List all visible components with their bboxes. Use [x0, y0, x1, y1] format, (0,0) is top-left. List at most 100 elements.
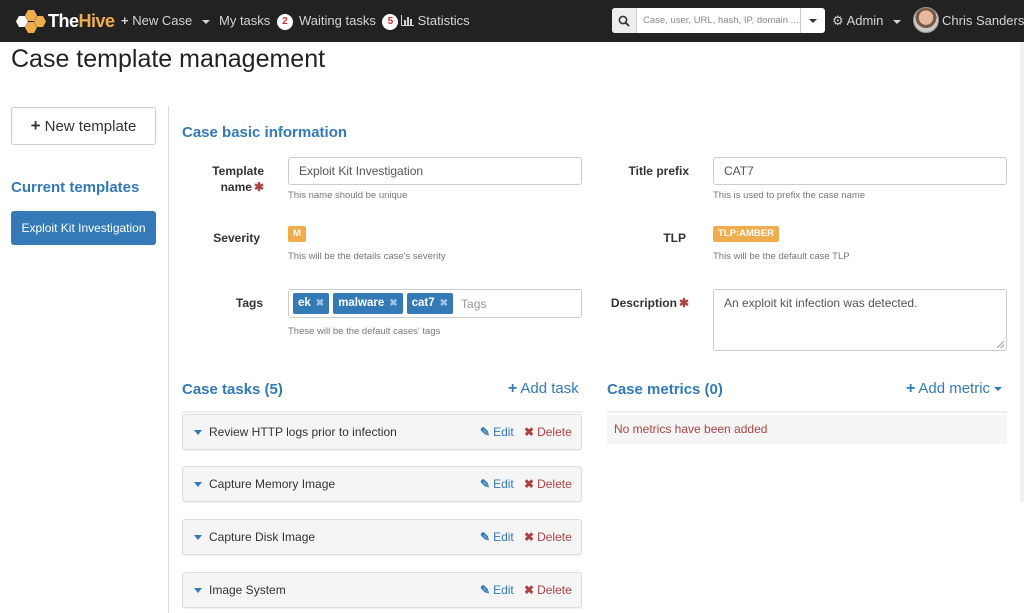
scrollbar[interactable]: [1020, 42, 1024, 502]
delete-task-button[interactable]: ✖ Delete: [524, 415, 572, 449]
template-name-help: This name should be unique: [288, 190, 408, 201]
waiting-tasks-count-badge: 5: [382, 14, 399, 30]
edit-task-button[interactable]: ✎ Edit: [480, 467, 514, 501]
case-metrics-title: Case metrics (0): [607, 381, 723, 398]
waiting-tasks-label: Waiting tasks: [299, 13, 376, 28]
tags-help: These will be the default cases' tags: [288, 326, 441, 337]
chevron-down-icon: [201, 19, 210, 24]
gear-icon: ⚙: [832, 13, 844, 28]
task-row[interactable]: Capture Disk Image ✎ Edit ✖ Delete: [182, 519, 582, 555]
close-icon: ✖: [524, 530, 535, 544]
task-title: Review HTTP logs prior to infection: [209, 425, 397, 439]
my-tasks-link[interactable]: My tasks 2: [219, 0, 293, 42]
add-task-button[interactable]: + Add task: [508, 380, 579, 398]
task-row[interactable]: Capture Memory Image ✎ Edit ✖ Delete: [182, 466, 582, 502]
sidebar-divider: [168, 106, 169, 613]
global-search: [612, 8, 825, 33]
title-prefix-label: Title prefix: [628, 164, 689, 178]
statistics-label: Statistics: [417, 13, 470, 28]
admin-menu[interactable]: ⚙ Admin: [832, 0, 902, 42]
search-button[interactable]: [612, 8, 637, 33]
template-name-field[interactable]: Exploit Kit Investigation: [288, 157, 582, 185]
description-textarea[interactable]: An exploit kit infection was detected.: [713, 289, 1007, 351]
brand-name: TheHive: [48, 10, 115, 31]
top-navbar: TheHive + New Case My tasks 2 Waiting ta…: [0, 0, 1024, 42]
waiting-tasks-link[interactable]: Waiting tasks 5: [299, 0, 399, 42]
tlp-badge[interactable]: TLP:AMBER: [713, 226, 779, 242]
delete-task-button[interactable]: ✖ Delete: [524, 573, 572, 607]
new-template-label: New template: [44, 117, 137, 135]
no-metrics-message: No metrics have been added: [607, 415, 1007, 444]
edit-task-button[interactable]: ✎ Edit: [480, 520, 514, 554]
pencil-icon: ✎: [480, 477, 491, 491]
caret-down-icon[interactable]: [194, 430, 202, 435]
plus-icon: +: [508, 380, 518, 397]
close-icon: ✖: [524, 477, 535, 491]
search-options-dropdown[interactable]: [800, 8, 825, 33]
user-name[interactable]: Chris Sanders: [942, 0, 1024, 42]
task-row[interactable]: Review HTTP logs prior to infection ✎ Edi…: [182, 414, 582, 450]
template-item[interactable]: Exploit Kit Investigation: [11, 211, 156, 245]
search-input[interactable]: [637, 8, 800, 33]
caret-down-icon[interactable]: [194, 535, 202, 540]
tags-label: Tags: [235, 296, 263, 310]
pencil-icon: ✎: [480, 583, 491, 597]
user-avatar[interactable]: [913, 7, 939, 33]
title-prefix-field[interactable]: CAT7: [713, 157, 1007, 185]
chevron-down-icon: [809, 18, 817, 23]
edit-task-button[interactable]: ✎ Edit: [480, 415, 514, 449]
required-asterisk-icon: ✱: [678, 296, 689, 310]
tasks-divider: [182, 411, 582, 413]
caret-down-icon[interactable]: [194, 482, 202, 487]
search-icon: [618, 15, 630, 27]
tlp-label: TLP: [663, 231, 686, 245]
task-row[interactable]: Image System ✎ Edit ✖ Delete: [182, 572, 582, 608]
title-prefix-help: This is used to prefix the case name: [713, 190, 866, 201]
severity-badge[interactable]: M: [288, 226, 306, 242]
close-icon: ✖: [524, 425, 535, 439]
pencil-icon: ✎: [480, 530, 491, 544]
case-tasks-title: Case tasks (5): [182, 381, 283, 398]
pencil-icon: ✎: [480, 425, 491, 439]
tlp-help: This will be the default case TLP: [713, 251, 850, 262]
metrics-divider: [607, 411, 1007, 413]
tag-chip: ek ✖: [293, 293, 330, 314]
tags-placeholder[interactable]: Tags: [461, 297, 486, 311]
chevron-down-icon: [893, 19, 902, 24]
tag-chip: cat7 ✖: [406, 293, 454, 314]
delete-task-button[interactable]: ✖ Delete: [524, 467, 572, 501]
new-template-button[interactable]: + New template: [11, 107, 156, 145]
task-title: Capture Memory Image: [209, 477, 336, 491]
remove-tag-icon[interactable]: ✖: [389, 298, 397, 309]
edit-task-button[interactable]: ✎ Edit: [480, 573, 514, 607]
close-icon: ✖: [524, 583, 535, 597]
tags-input[interactable]: ek ✖ malware ✖ cat7 ✖ Tags: [288, 289, 582, 318]
plus-icon: +: [121, 13, 129, 28]
template-name-label: Template name ✱: [212, 164, 264, 194]
new-case-menu[interactable]: + New Case: [121, 0, 210, 42]
new-case-label: New Case: [132, 13, 193, 28]
task-title: Capture Disk Image: [209, 530, 316, 544]
page-title: Case template management: [11, 45, 326, 73]
resize-grip-icon[interactable]: [997, 341, 1004, 348]
plus-icon: +: [906, 380, 916, 397]
admin-label: Admin: [846, 13, 884, 28]
my-tasks-label: My tasks: [219, 13, 271, 28]
remove-tag-icon[interactable]: ✖: [440, 298, 448, 309]
remove-tag-icon[interactable]: ✖: [316, 298, 324, 309]
section-title-basic-info: Case basic information: [182, 124, 348, 141]
caret-down-icon[interactable]: [194, 588, 202, 593]
chevron-down-icon: [994, 387, 1003, 392]
add-metric-button[interactable]: + Add metric: [906, 380, 1003, 398]
brand-logo[interactable]: TheHive: [12, 7, 115, 35]
required-asterisk-icon: ✱: [253, 180, 264, 194]
task-title: Image System: [209, 583, 286, 597]
current-templates-heading: Current templates: [11, 179, 140, 196]
statistics-link[interactable]: Statistics: [401, 0, 470, 42]
tag-chip: malware ✖: [333, 293, 403, 314]
plus-icon: +: [30, 116, 41, 135]
bar-chart-icon: [401, 1, 414, 43]
description-label: Description ✱: [610, 296, 689, 310]
hive-logo-icon: [12, 7, 54, 35]
delete-task-button[interactable]: ✖ Delete: [524, 520, 572, 554]
